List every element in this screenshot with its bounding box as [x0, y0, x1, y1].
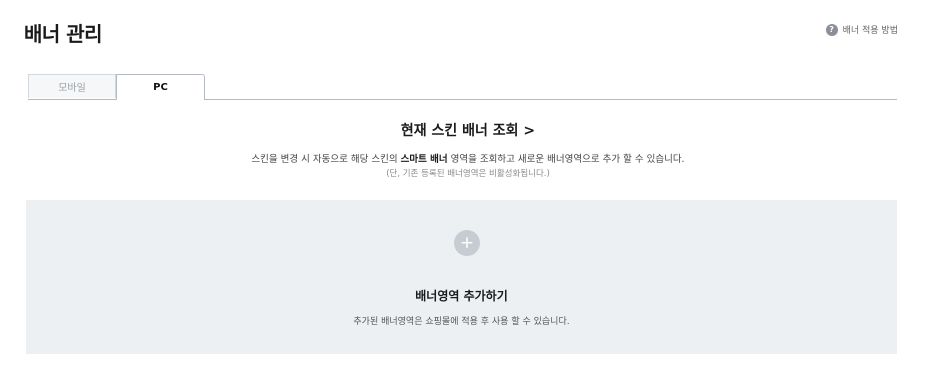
add-banner-title: 배너영역 추가하기: [415, 289, 508, 303]
description-text: 스킨을 변경 시 자동으로 해당 스킨의: [251, 154, 401, 165]
plus-icon[interactable]: +: [454, 230, 480, 256]
current-skin-description: 스킨을 변경 시 자동으로 해당 스킨의 스마트 배너 영역을 조회하고 새로운…: [0, 151, 936, 165]
description-text-end: 영역을 조회하고 새로운 배너영역으로 추가 할 수 있습니다.: [447, 154, 685, 165]
current-skin-banner-title: 현재 스킨 배너 조회: [400, 123, 519, 139]
smart-banner-text: 스마트 배너: [400, 154, 448, 165]
add-banner-description: 추가된 배너영역은 쇼핑몰에 적용 후 사용 할 수 있습니다.: [353, 317, 570, 327]
tab-bar: 모바일 PC: [28, 74, 897, 100]
question-icon: ?: [825, 23, 838, 36]
current-skin-banner-link[interactable]: 현재 스킨 배너 조회 >: [0, 120, 936, 140]
help-link[interactable]: ? 배너 적용 방법: [825, 23, 898, 36]
current-skin-note: (단, 기존 등록된 배너영역은 비활성화됩니다.): [386, 169, 550, 179]
chevron-right-icon: >: [523, 123, 536, 139]
help-link-label: 배너 적용 방법: [842, 26, 898, 36]
tab-pc[interactable]: PC: [116, 74, 205, 100]
tab-mobile[interactable]: 모바일: [28, 74, 116, 98]
add-banner-area[interactable]: + 배너영역 추가하기 추가된 배너영역은 쇼핑몰에 적용 후 사용 할 수 있…: [26, 200, 897, 354]
page-title: 배너 관리: [24, 22, 103, 46]
